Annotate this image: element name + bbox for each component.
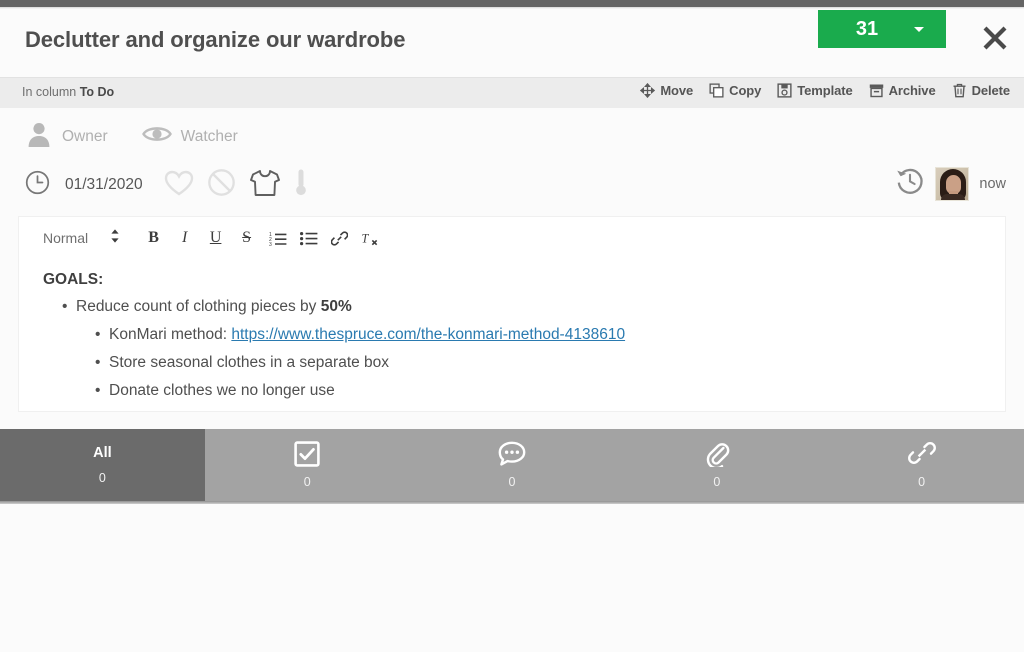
- comment-icon: [498, 441, 526, 467]
- people-row: Owner Watcher: [25, 120, 238, 153]
- bullet1-bold: 50%: [320, 298, 352, 315]
- chevron-down-icon: [914, 27, 924, 32]
- clear-format-button[interactable]: T: [355, 224, 386, 252]
- due-date-value: 01/31/2020: [65, 176, 143, 193]
- copy-button[interactable]: Copy: [709, 83, 761, 98]
- copy-icon: [709, 83, 724, 98]
- delete-label: Delete: [971, 83, 1011, 98]
- checkbox-icon: [294, 441, 320, 467]
- archive-label: Archive: [888, 83, 936, 98]
- column-name: To Do: [79, 85, 115, 99]
- watcher-label: Watcher: [180, 127, 238, 145]
- list-item: Store seasonal clothes in a separate box: [43, 353, 983, 373]
- svg-text:3: 3: [269, 242, 272, 246]
- list-item: Donate clothes we no longer use: [43, 381, 983, 401]
- template-label: Template: [797, 83, 853, 98]
- breadcrumb: In column To Do: [22, 85, 114, 99]
- history-icon[interactable]: [895, 166, 925, 201]
- tab-links[interactable]: 0: [819, 429, 1024, 501]
- move-label: Move: [660, 83, 694, 98]
- card-actions: Move Copy Template Archive Delete: [640, 83, 1010, 98]
- card-badges-row: 01/31/2020: [25, 168, 308, 202]
- move-button[interactable]: Move: [640, 83, 693, 98]
- copy-label: Copy: [729, 83, 762, 98]
- eye-icon: [141, 122, 172, 151]
- card-history-row: now: [895, 166, 1006, 201]
- tab-content-area: [0, 504, 1024, 652]
- person-icon: [25, 120, 53, 153]
- count-badge-value: 31: [855, 17, 879, 40]
- link-chain-icon: [907, 441, 936, 467]
- card-actions-bar: In column To Do Move Copy Template Archi…: [0, 77, 1024, 108]
- archive-button[interactable]: Archive: [869, 83, 936, 98]
- goals-heading: GOALS:: [43, 271, 104, 288]
- bullet1-text: Reduce count of clothing pieces by: [76, 298, 321, 315]
- owner-selector[interactable]: Owner: [25, 120, 108, 153]
- template-icon: [777, 83, 792, 98]
- page-title: Declutter and organize our wardrobe: [25, 27, 406, 52]
- tab-links-count: 0: [918, 475, 926, 490]
- format-dropdown-value: Normal: [43, 230, 89, 246]
- avatar[interactable]: [935, 166, 970, 201]
- delete-button[interactable]: Delete: [952, 83, 1010, 98]
- close-button[interactable]: [978, 21, 1012, 55]
- link-button[interactable]: [324, 224, 355, 252]
- bold-button[interactable]: B: [138, 224, 169, 252]
- window-top-strip: [0, 0, 1024, 7]
- heart-icon[interactable]: [164, 169, 194, 202]
- card-tabbar: All 0 0 0 0 0: [0, 429, 1024, 501]
- list-item: KonMari method: https://www.thespruce.co…: [43, 325, 983, 345]
- tab-comments[interactable]: 0: [410, 429, 615, 501]
- trash-icon: [952, 83, 967, 98]
- underline-button[interactable]: U: [200, 224, 231, 252]
- list-item: Reduce count of clothing pieces by 50%: [43, 297, 983, 317]
- italic-button[interactable]: I: [169, 224, 200, 252]
- tab-all[interactable]: All 0: [0, 429, 205, 501]
- count-badge-dropdown[interactable]: 31: [818, 10, 946, 48]
- tab-attachments-count: 0: [713, 475, 721, 490]
- ordered-list-button[interactable]: 1 2 3: [262, 224, 293, 252]
- konmari-link[interactable]: https://www.thespruce.com/the-konmari-me…: [231, 326, 625, 343]
- block-icon[interactable]: [207, 168, 236, 202]
- archive-icon: [869, 83, 884, 98]
- tab-all-label: All: [93, 444, 112, 461]
- paperclip-icon: [704, 441, 730, 468]
- bullet-list-button[interactable]: [293, 224, 324, 252]
- tab-comments-count: 0: [508, 475, 516, 490]
- watcher-selector[interactable]: Watcher: [141, 122, 238, 151]
- card-detail-window: Declutter and organize our wardrobe 31 I…: [0, 0, 1024, 652]
- move-icon: [640, 83, 656, 98]
- card-header: Declutter and organize our wardrobe 31: [0, 9, 1024, 77]
- tshirt-icon[interactable]: [249, 169, 281, 202]
- thermometer-icon[interactable]: [294, 168, 308, 202]
- svg-text:T: T: [361, 231, 369, 245]
- last-updated-text: now: [979, 175, 1006, 192]
- in-column-prefix: In column: [22, 85, 77, 99]
- description-content[interactable]: GOALS: Reduce count of clothing pieces b…: [19, 259, 1007, 413]
- clock-icon[interactable]: [25, 170, 50, 200]
- description-editor: Normal B I U S 1 2 3 T GOALS: • Reduce c…: [18, 216, 1006, 412]
- editor-toolbar: Normal B I U S 1 2 3 T: [19, 217, 1007, 259]
- tab-tasks[interactable]: 0: [205, 429, 410, 501]
- template-button[interactable]: Template: [777, 83, 853, 98]
- card-meta-section: Owner Watcher 01/31/2020 now: [0, 108, 1024, 211]
- tab-tasks-count: 0: [303, 475, 311, 490]
- tab-attachments[interactable]: 0: [614, 429, 819, 501]
- updown-caret-icon: [110, 228, 120, 249]
- format-dropdown[interactable]: Normal: [43, 228, 120, 249]
- bullet2-prefix: KonMari method:: [109, 326, 232, 344]
- strikethrough-button[interactable]: S: [231, 224, 262, 252]
- owner-label: Owner: [62, 127, 108, 145]
- tab-all-count: 0: [98, 471, 106, 485]
